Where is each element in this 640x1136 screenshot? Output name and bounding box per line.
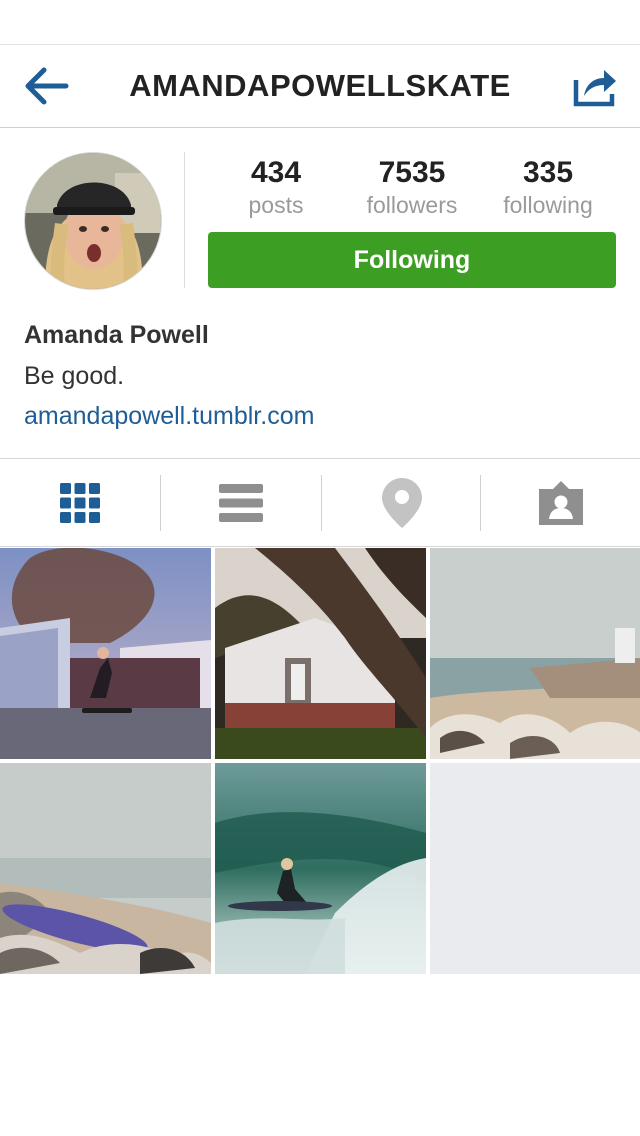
followers-stat[interactable]: 7535 followers bbox=[347, 154, 477, 218]
arrow-left-icon bbox=[25, 67, 69, 105]
photo-surfboard-rocks bbox=[0, 763, 211, 974]
following-label: following bbox=[503, 192, 593, 218]
posts-count: 434 bbox=[250, 156, 302, 189]
profile-name: Amanda Powell bbox=[24, 321, 209, 349]
share-icon bbox=[573, 70, 616, 107]
photo-tile[interactable] bbox=[430, 548, 640, 759]
profile-header: 434 posts 7535 followers 335 following F… bbox=[0, 128, 640, 318]
posts-label: posts bbox=[248, 192, 304, 218]
photo-tile[interactable] bbox=[0, 763, 211, 974]
bio-text: Be good. bbox=[24, 362, 125, 390]
location-pin-icon bbox=[382, 477, 422, 528]
photo-skateboarder bbox=[0, 548, 211, 759]
page-title: AMANDAPOWELLSKATE bbox=[129, 68, 511, 103]
photo-tile[interactable] bbox=[0, 548, 211, 759]
back-button[interactable] bbox=[20, 64, 72, 108]
navigation-bar: AMANDAPOWELLSKATE bbox=[0, 44, 640, 128]
avatar[interactable] bbox=[24, 152, 162, 290]
share-button[interactable] bbox=[568, 64, 620, 108]
website-link[interactable]: amandapowell.tumblr.com bbox=[24, 396, 616, 436]
following-stat[interactable]: 335 following bbox=[483, 154, 613, 218]
map-view-tab[interactable] bbox=[322, 459, 482, 546]
following-count: 335 bbox=[522, 156, 574, 189]
tagged-person-icon bbox=[539, 480, 583, 525]
grid-view-tab[interactable] bbox=[0, 459, 160, 546]
photo-tree-house bbox=[215, 548, 426, 759]
photo-rocky-beach bbox=[430, 548, 640, 759]
view-toggle-bar bbox=[0, 458, 640, 547]
tagged-view-tab[interactable] bbox=[481, 459, 640, 546]
posts-stat[interactable]: 434 posts bbox=[211, 154, 341, 218]
empty-tile bbox=[430, 763, 640, 974]
status-bar-area bbox=[0, 0, 640, 45]
following-button[interactable]: Following bbox=[208, 232, 616, 288]
photo-grid bbox=[0, 548, 640, 974]
grid-icon bbox=[60, 482, 100, 523]
profile-photo bbox=[25, 153, 161, 289]
photo-tile[interactable] bbox=[215, 763, 426, 974]
followers-label: followers bbox=[366, 192, 458, 218]
list-icon bbox=[219, 483, 263, 522]
photo-tile[interactable] bbox=[215, 548, 426, 759]
list-view-tab[interactable] bbox=[161, 459, 321, 546]
header-divider bbox=[184, 152, 185, 288]
profile-bio: Amanda Powell Be good. amandapowell.tumb… bbox=[24, 318, 616, 436]
followers-count: 7535 bbox=[378, 156, 446, 189]
photo-surfer-wave bbox=[215, 763, 426, 974]
